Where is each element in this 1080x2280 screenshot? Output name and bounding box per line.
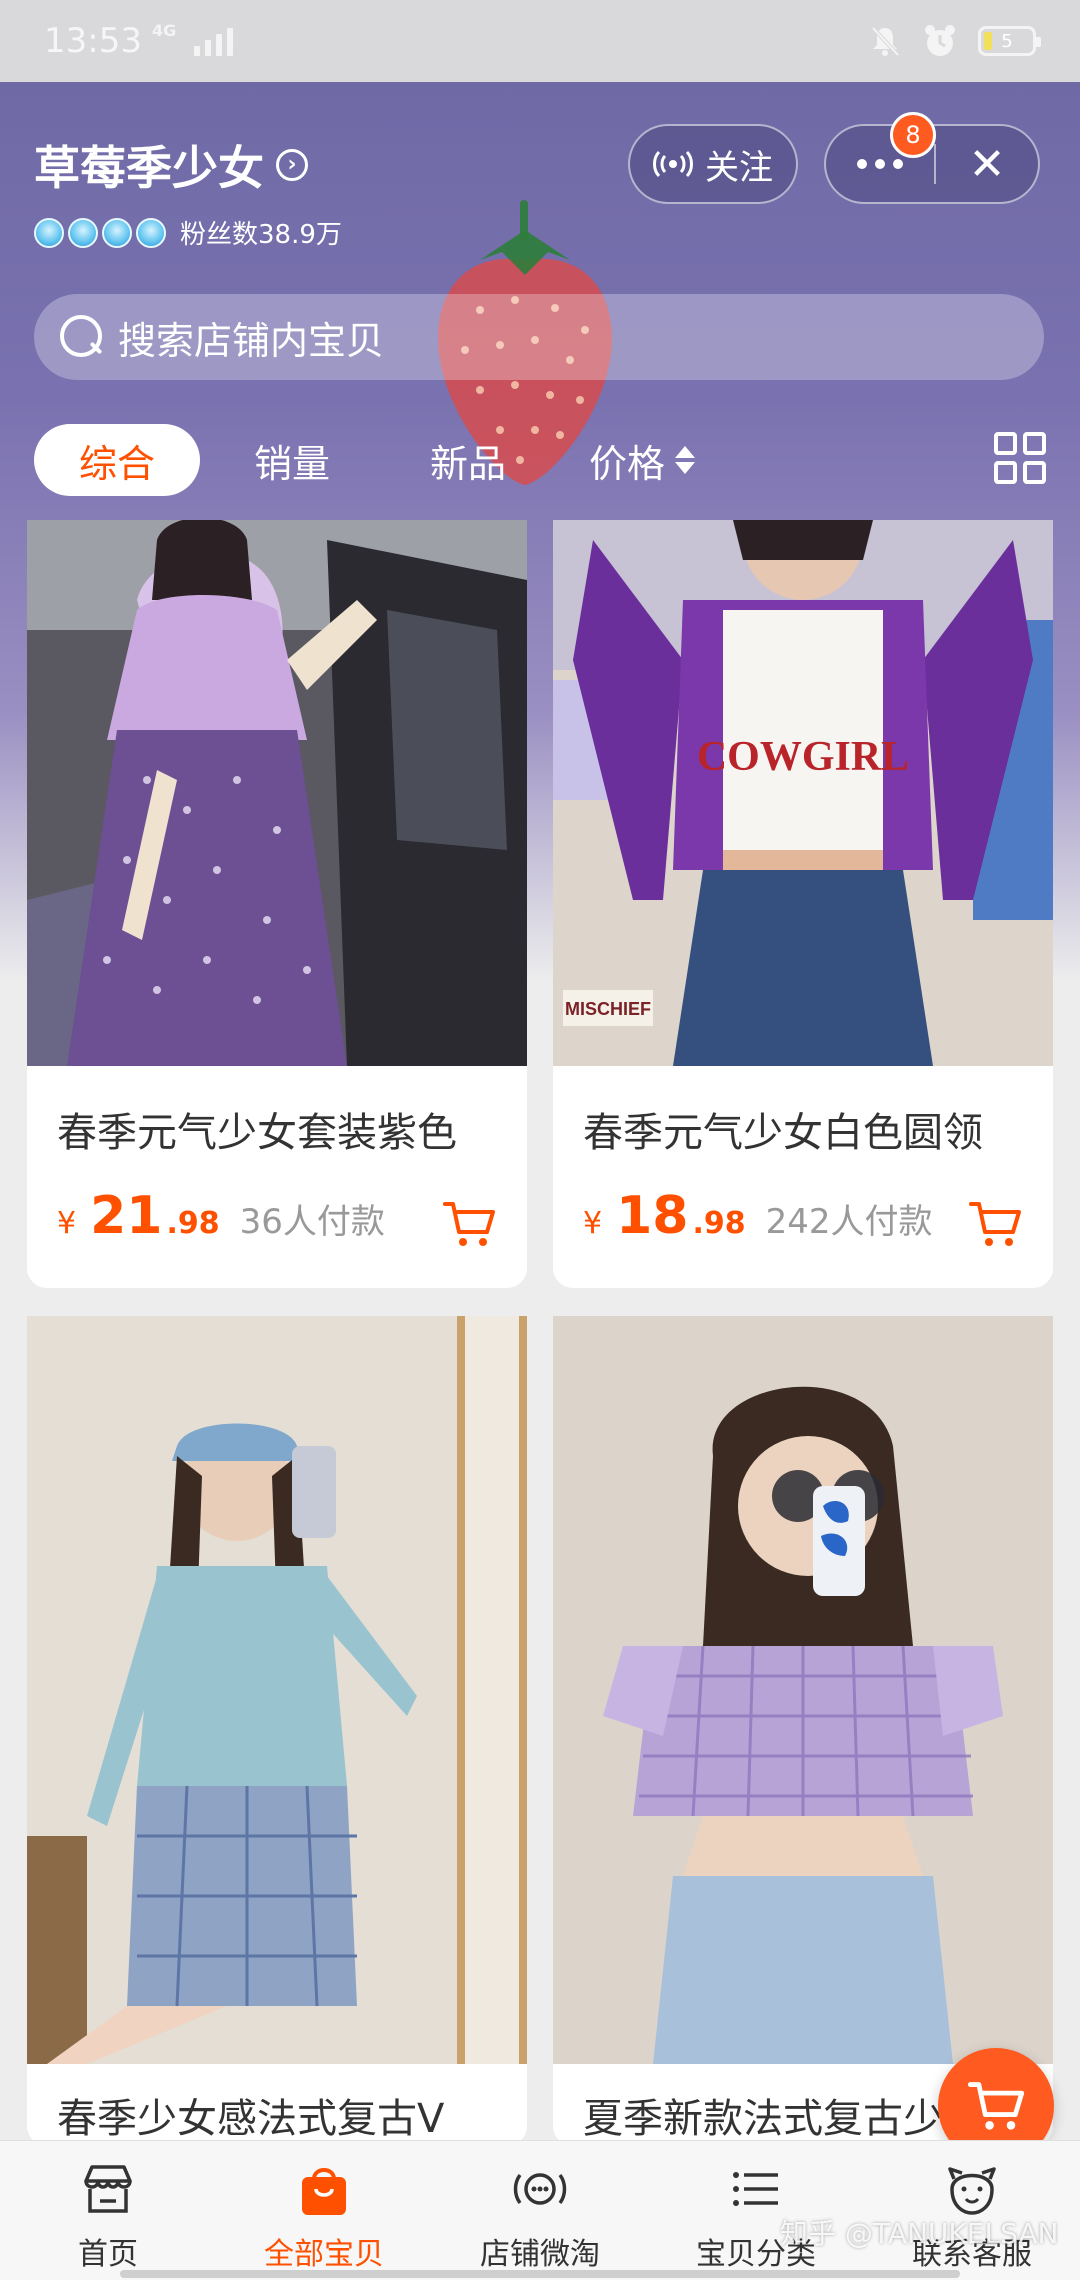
crown-icon: [68, 217, 98, 248]
tab-new[interactable]: 新品: [430, 424, 506, 496]
watermark: 知乎 @TANUKELSAN: [780, 2217, 1059, 2250]
status-right: 5: [868, 23, 1041, 59]
tab-comprehensive[interactable]: 综合: [34, 424, 200, 496]
tab-sales[interactable]: 销量: [254, 424, 330, 496]
bag-icon: [302, 2168, 346, 2215]
crown-icon: [102, 217, 132, 248]
nav-label: 店铺微淘: [480, 2237, 600, 2272]
nav-customer-service[interactable]: 联系客服: [864, 2141, 1080, 2280]
nav-categories[interactable]: 宝贝分类: [648, 2141, 864, 2280]
shirt-print-text: COWGIRL: [697, 734, 909, 780]
status-bar: 13:53 4G 5: [0, 0, 1080, 82]
add-to-cart-icon[interactable]: [967, 1196, 1023, 1252]
product-title: 夏季新款法式复古少: [583, 2096, 943, 2142]
nav-weitao[interactable]: 店铺微淘: [432, 2141, 648, 2280]
product-image: [553, 1316, 1053, 2064]
price-row: ¥ 21 .98 36人付款: [57, 1186, 385, 1246]
nav-all-items[interactable]: 全部宝贝: [216, 2141, 432, 2280]
shop-title[interactable]: 草莓季少女 ›: [34, 132, 308, 198]
product-card[interactable]: 夏季新款法式复古少: [553, 1316, 1053, 2146]
broadcast-icon: [653, 150, 693, 178]
follow-label: 关注: [705, 147, 773, 188]
product-card[interactable]: 春季元气少女套装紫色 ¥ 21 .98 36人付款: [27, 520, 527, 1288]
product-image: COWGIRL MISCHIEF: [553, 520, 1053, 1066]
more-dot-icon: [875, 159, 885, 169]
shop-meta: 粉丝数38.9万: [34, 214, 342, 251]
shop-rating-crowns: [34, 217, 166, 248]
nav-label: 首页: [78, 2237, 138, 2272]
signal-icon: [194, 26, 234, 56]
battery-icon: 5: [978, 26, 1041, 56]
status-time: 13:53: [44, 21, 142, 61]
grid-view-icon[interactable]: [994, 432, 1046, 484]
notification-badge: 8: [890, 112, 936, 158]
fans-count: 粉丝数38.9万: [180, 220, 342, 250]
price-row: ¥ 18 .98 242人付款: [583, 1186, 933, 1246]
search-placeholder: 搜索店铺内宝贝: [118, 318, 385, 363]
chevron-right-icon: ›: [276, 149, 308, 181]
search-input[interactable]: 搜索店铺内宝贝: [34, 294, 1044, 380]
battery-level: 5: [1001, 30, 1013, 52]
tab-label: 价格: [589, 441, 666, 486]
product-card[interactable]: 春季少女感法式复古V: [27, 1316, 527, 2146]
nav-home[interactable]: 首页: [0, 2141, 216, 2280]
tab-price[interactable]: 价格: [589, 424, 696, 496]
cart-icon: [967, 2082, 1025, 2130]
product-title: 春季元气少女白色圆领: [583, 1110, 983, 1156]
sort-tabs: 综合 销量 新品 价格: [34, 424, 1046, 496]
product-image: [27, 1316, 527, 2064]
price-integer: 21: [90, 1186, 163, 1246]
currency-symbol: ¥: [583, 1206, 603, 1241]
service-icon: [948, 2167, 996, 2215]
shop-icon: [84, 2165, 132, 2213]
list-icon: [733, 2172, 778, 2206]
home-indicator: [120, 2270, 960, 2278]
price-decimal: .98: [166, 1206, 220, 1241]
price-integer: 18: [616, 1186, 689, 1246]
search-icon: [60, 315, 104, 359]
broadcast-icon: [513, 2173, 567, 2205]
network-type: 4G: [151, 21, 177, 40]
shop-name: 草莓季少女: [34, 141, 264, 195]
more-dot-icon: [893, 159, 903, 169]
status-left: 13:53 4G: [44, 21, 234, 61]
close-button[interactable]: ✕: [936, 126, 1038, 202]
add-to-cart-icon[interactable]: [441, 1196, 497, 1252]
price-decimal: .98: [692, 1206, 746, 1241]
shop-page: 13:53 4G 5 草莓季少女 › 粉丝数38.9万 关注 ✕ 8 搜索店铺内…: [0, 0, 1080, 2280]
mute-icon: [871, 26, 900, 57]
product-image: [27, 520, 527, 1066]
close-icon: ✕: [968, 138, 1006, 190]
more-dot-icon: [857, 159, 867, 169]
currency-symbol: ¥: [57, 1206, 77, 1241]
bottom-nav: 首页 全部宝贝 店铺微淘 宝贝分类 联系客服: [0, 2140, 1080, 2280]
nav-label: 全部宝贝: [264, 2237, 384, 2272]
product-title: 春季少女感法式复古V: [57, 2096, 445, 2142]
alarm-icon: [925, 25, 955, 56]
product-title: 春季元气少女套装紫色: [57, 1110, 457, 1156]
product-card[interactable]: COWGIRL MISCHIEF 春季元气少女白色圆领 ¥ 18 .98 242…: [553, 520, 1053, 1288]
poster-text: MISCHIEF: [565, 999, 651, 1019]
follow-button[interactable]: 关注: [628, 124, 798, 204]
crown-icon: [34, 217, 64, 248]
tab-label: 综合: [78, 441, 155, 486]
sort-arrows-icon: [675, 446, 696, 474]
tab-label: 新品: [430, 441, 507, 486]
crown-icon: [136, 217, 166, 248]
sold-count: 242人付款: [765, 1202, 933, 1242]
sold-count: 36人付款: [239, 1202, 385, 1242]
tab-label: 销量: [254, 441, 331, 486]
